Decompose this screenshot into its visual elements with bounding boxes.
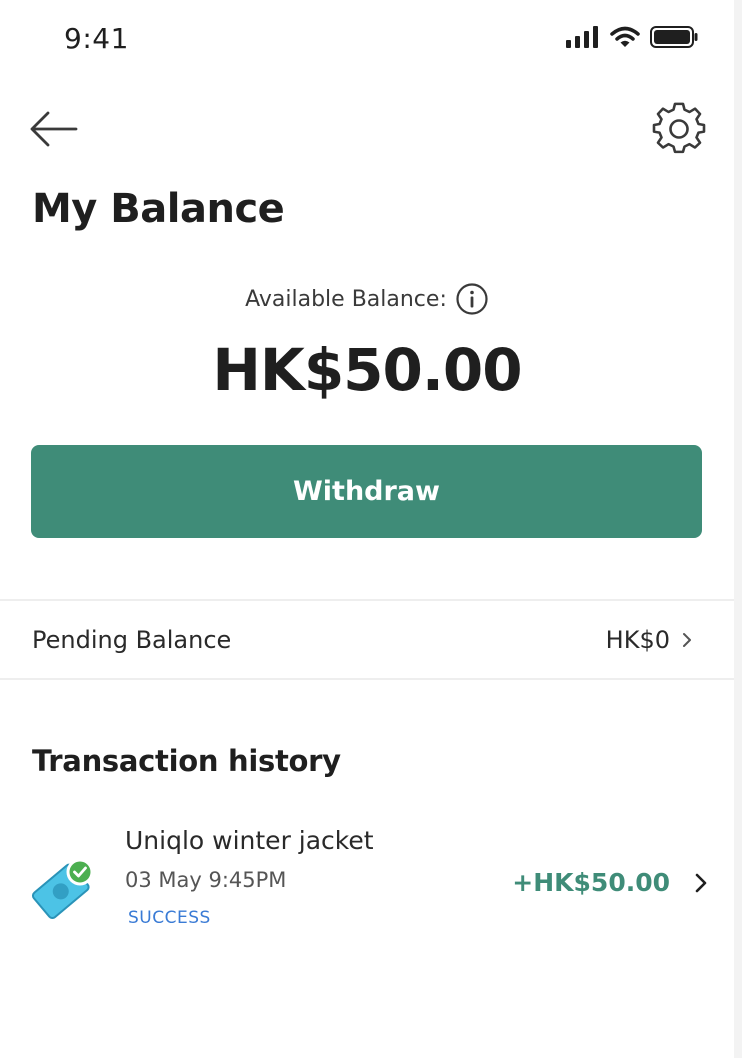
transaction-name: Uniqlo winter jacket — [125, 826, 374, 855]
status-time: 9:41 — [64, 22, 129, 55]
status-icons — [566, 26, 698, 48]
pending-balance-value: HK$0 — [605, 626, 670, 654]
pending-balance-label: Pending Balance — [32, 626, 232, 654]
info-button[interactable] — [455, 282, 489, 316]
chevron-right-icon — [683, 633, 691, 647]
transaction-date: 03 May 9:45PM — [125, 868, 287, 892]
arrow-left-icon — [30, 111, 78, 147]
battery-icon — [650, 26, 698, 48]
payment-success-icon — [31, 858, 94, 920]
back-button[interactable] — [28, 108, 80, 150]
transaction-history-title: Transaction history — [32, 744, 341, 778]
available-balance-label-row: Available Balance: — [0, 282, 734, 316]
signal-icon — [566, 26, 598, 48]
wifi-icon — [610, 26, 640, 47]
chevron-right-icon — [695, 873, 707, 893]
available-balance-amount: HK$50.00 — [212, 336, 522, 404]
gear-icon — [652, 102, 706, 154]
transaction-amount: +HK$50.00 — [512, 868, 670, 897]
divider — [0, 678, 734, 680]
available-balance-label: Available Balance: — [245, 286, 447, 312]
divider — [0, 599, 734, 601]
pending-balance-row[interactable]: Pending Balance HK$0 — [0, 602, 734, 678]
transaction-row[interactable]: Uniqlo winter jacket 03 May 9:45PM SUCCE… — [0, 810, 734, 940]
info-icon — [456, 283, 488, 315]
settings-button[interactable] — [652, 102, 706, 156]
transaction-status-badge: SUCCESS — [128, 908, 211, 928]
withdraw-button[interactable]: Withdraw — [31, 445, 702, 538]
status-bar: 9:41 — [0, 0, 734, 80]
page-title: My Balance — [32, 186, 285, 232]
screen-edge — [734, 0, 742, 1058]
